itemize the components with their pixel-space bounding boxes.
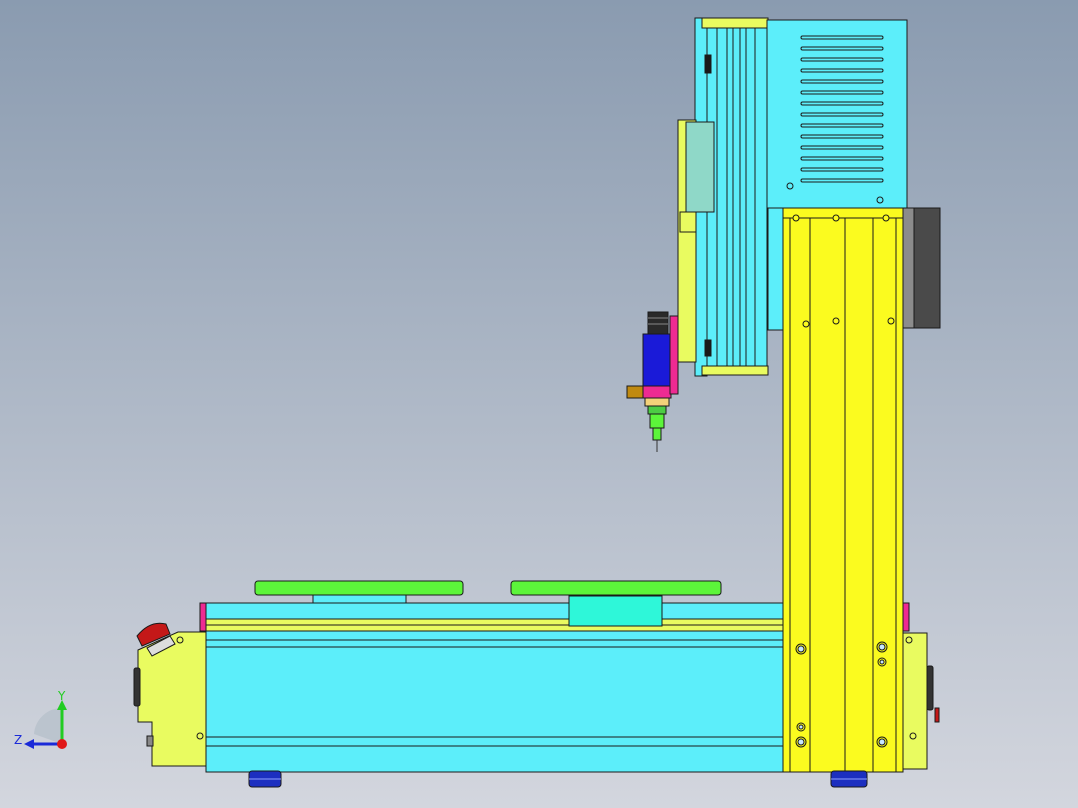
- vent-slot: [800, 112, 884, 117]
- screw: [802, 320, 810, 328]
- vent-slot: [800, 101, 884, 106]
- vent-slot: [800, 57, 884, 62]
- screw-head: [797, 645, 805, 653]
- screw: [792, 214, 800, 222]
- cad-viewport[interactable]: Y Z: [0, 0, 1078, 808]
- screw-head: [879, 659, 885, 665]
- vent-slot: [800, 134, 884, 139]
- vent-slot: [800, 145, 884, 150]
- vent-slot: [800, 167, 884, 172]
- vent-slot: [800, 35, 884, 40]
- vented-motor-cover: [766, 19, 908, 209]
- screw: [882, 214, 890, 222]
- screw-head: [878, 738, 886, 746]
- machine-side-view: Y Z: [0, 0, 1078, 808]
- screw: [832, 317, 840, 325]
- y-axis-label: Y: [57, 689, 66, 703]
- vent-slot: [800, 46, 884, 51]
- screw: [832, 214, 840, 222]
- vent-slot: [800, 79, 884, 84]
- screw-head: [797, 738, 805, 746]
- vent-slot: [800, 178, 884, 183]
- vent-slot: [800, 68, 884, 73]
- vent-slot: [800, 156, 884, 161]
- screw-head: [798, 724, 804, 730]
- screw-head: [878, 643, 886, 651]
- vent-slot: [800, 123, 884, 128]
- screw: [887, 317, 895, 325]
- z-axis-label: Z: [14, 733, 22, 747]
- vent-slot: [800, 90, 884, 95]
